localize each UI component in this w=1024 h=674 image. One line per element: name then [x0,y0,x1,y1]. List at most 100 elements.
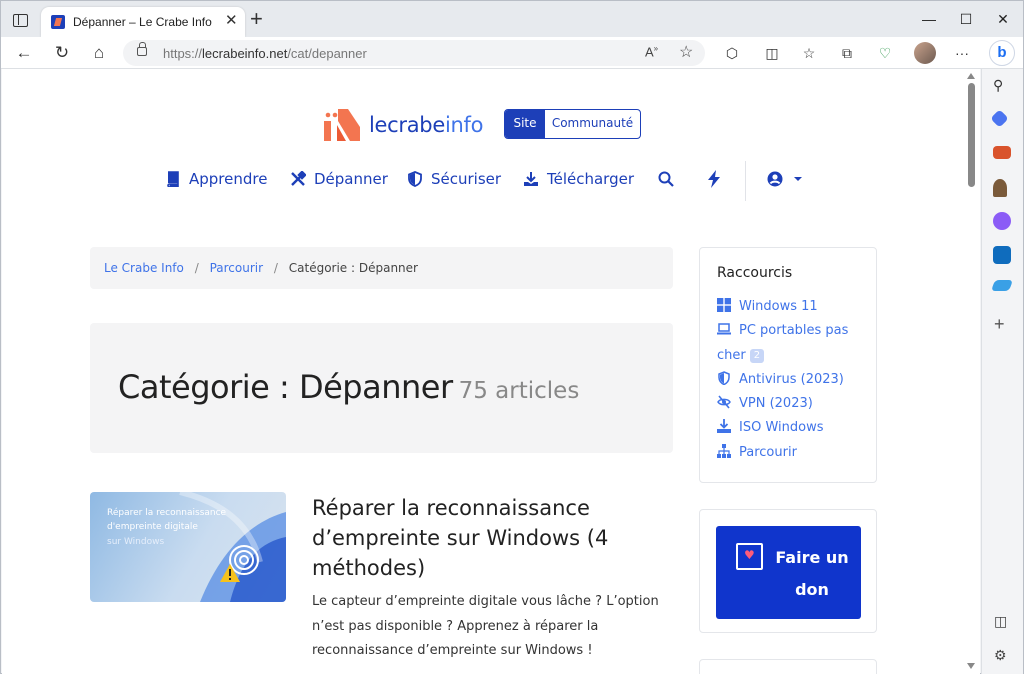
donate-label: Faire un don [775,548,849,599]
donate-card: Faire un don [699,509,877,633]
logo-wordmark: lecrabeinfo [369,113,484,137]
nav-label: Sécuriser [431,170,502,188]
thumbnail-caption: sur Windows [107,537,165,547]
maximize-icon[interactable]: ☐ [956,9,976,29]
book-icon [167,171,179,187]
laptop-icon [717,323,731,335]
scroll-up-icon[interactable] [967,73,975,79]
search-icon[interactable]: ⚲ [993,77,1011,95]
settings-gear-icon[interactable]: ⚙ [994,647,1007,664]
url-text[interactable]: https://lecrabeinfo.net/cat/depanner [163,46,367,61]
profile-avatar[interactable] [914,42,936,64]
sidebar-toggle-icon[interactable]: ◫ [994,613,1007,630]
search-icon[interactable] [658,171,674,187]
breadcrumb-separator: / [273,261,278,275]
shortcut-vpn[interactable]: VPN (2023) [717,392,813,417]
category-header: Catégorie : Dépanner 75 articles [90,323,673,453]
nav-item-telecharger[interactable]: Télécharger [523,170,634,188]
read-aloud-icon[interactable]: A» [645,44,658,59]
bolt-icon[interactable] [706,170,722,188]
edge-sidebar: ⚲ + ◫ ⚙ [981,69,1023,674]
site-community-switch: Site Communauté [504,109,641,139]
breadcrumb-current: Catégorie : Dépanner [288,261,418,275]
shortcut-antivirus[interactable]: Antivirus (2023) [717,368,844,393]
split-screen-icon[interactable]: ◫ [762,43,782,63]
breadcrumb-link[interactable]: Parcourir [210,261,263,275]
main-navigation: Apprendre Dépanner Sécuriser Télécharger [2,167,963,197]
active-tab[interactable]: Dépanner – Le Crabe Info ✕ [41,7,245,37]
address-bar[interactable]: https://lecrabeinfo.net/cat/depanner A» … [123,40,705,66]
scroll-thumb[interactable] [968,83,975,187]
crab-logo-icon [324,109,360,141]
new-tab-icon[interactable]: + [250,8,263,30]
article-count: 75 articles [458,378,580,404]
lock-icon[interactable] [137,42,147,56]
breadcrumb: Le Crabe Info / Parcourir / Catégorie : … [90,247,673,289]
donate-heart-icon [736,543,763,570]
microsoft-365-icon[interactable] [993,212,1011,230]
site-favicon-icon [51,15,65,29]
nav-item-securiser[interactable]: Sécuriser [407,170,501,188]
nav-label: Télécharger [547,170,635,188]
breadcrumb-separator: / [194,261,199,275]
article-title-link[interactable]: Réparer la reconnaissance d’empreinte su… [312,493,652,583]
browser-window: Dépanner – Le Crabe Info ✕ + — ☐ ✕ ← ↻ ⌂… [0,0,1024,674]
add-sidebar-icon[interactable]: + [994,314,1005,335]
refresh-icon[interactable]: ↻ [51,42,73,64]
copilot-icon[interactable]: b [989,40,1015,66]
nav-item-apprendre[interactable]: Apprendre [165,170,267,188]
windows-icon [717,298,731,312]
back-icon[interactable]: ← [13,42,35,64]
shortcut-windows-11[interactable]: Windows 11 [717,295,818,320]
tools-icon [291,171,306,186]
extensions-icon[interactable]: ⬡ [722,43,742,63]
article-thumbnail[interactable]: Réparer la reconnaissance d'empreinte di… [90,492,286,602]
breadcrumb-link[interactable]: Le Crabe Info [104,261,184,275]
thumbnail-caption: Réparer la reconnaissance [107,508,227,518]
download-icon [717,419,731,433]
page-title: Catégorie : Dépanner 75 articles [118,368,580,406]
close-tab-icon[interactable]: ✕ [225,13,238,29]
browser-toolbar: ← ↻ ⌂ https://lecrabeinfo.net/cat/depann… [1,37,1023,69]
shortcuts-heading: Raccourcis [717,265,793,281]
page-viewport: lecrabeinfo Site Communauté Apprendre Dé… [2,69,963,674]
thumbnail-caption: d'empreinte digitale [107,522,198,532]
outlook-icon[interactable] [993,246,1011,264]
close-window-icon[interactable]: ✕ [993,9,1013,29]
eye-slash-icon [717,395,731,409]
more-menu-icon[interactable]: ··· [952,43,972,63]
tab-bar: Dépanner – Le Crabe Info ✕ + — ☐ ✕ [1,1,1023,37]
sitemap-icon [717,444,731,458]
tab-title: Dépanner – Le Crabe Info [73,15,212,29]
nav-label: Apprendre [189,170,268,188]
favorite-star-icon[interactable]: ☆ [679,42,693,62]
user-circle-icon[interactable] [767,171,803,187]
browser-essentials-icon[interactable]: ♡ [875,43,895,63]
sidebar-card [699,659,877,674]
tab-actions-icon[interactable] [10,10,30,30]
shortcut-iso-windows[interactable]: ISO Windows [717,416,823,441]
page-scrollbar[interactable] [963,69,980,674]
article-excerpt: Le capteur d’empreinte digitale vous lâc… [312,594,659,658]
shopping-tag-icon[interactable] [990,109,1009,128]
donate-button[interactable]: Faire un don [716,526,861,619]
send-icon[interactable] [990,280,1014,291]
nav-divider [745,161,746,201]
shield-icon [718,371,730,385]
games-icon[interactable] [993,179,1007,197]
scroll-down-icon[interactable] [967,663,975,669]
shortcut-pc-portables[interactable]: PC portables pas cher 2 [717,319,848,368]
community-tab[interactable]: Communauté [545,110,640,138]
shortcuts-card: Raccourcis Windows 11 PC portables pas ch… [699,247,877,483]
nav-label: Dépanner [314,170,388,188]
shortcut-parcourir[interactable]: Parcourir [717,441,797,466]
download-icon [524,172,538,186]
tools-briefcase-icon[interactable] [993,146,1011,159]
minimize-icon[interactable]: — [919,9,939,29]
count-badge: 2 [749,348,765,363]
collections-icon[interactable]: ⧉ [837,43,857,63]
home-icon[interactable]: ⌂ [88,42,110,64]
nav-item-depanner[interactable]: Dépanner [290,170,388,188]
favorites-icon[interactable]: ☆ [799,43,819,63]
site-tab[interactable]: Site [505,110,545,138]
